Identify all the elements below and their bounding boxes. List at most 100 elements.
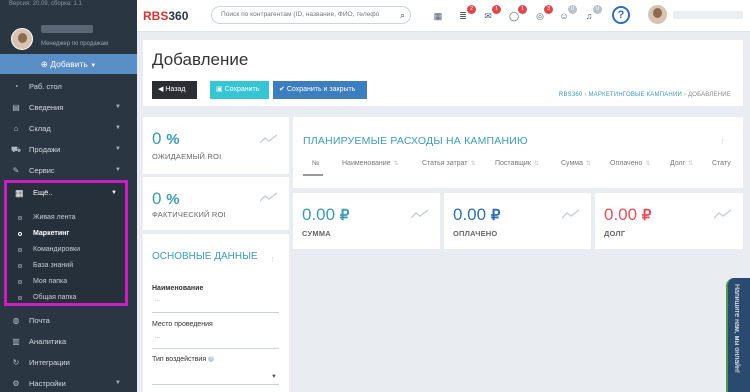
column-debt[interactable]: Долг ⇅ xyxy=(670,160,693,167)
logo[interactable]: RBS360 xyxy=(143,9,188,23)
breadcrumb: RBS360 › МАРКЕТИНГОВЫЕ КАМПАНИИ › ДОБАВЛ… xyxy=(559,92,731,98)
subitem-label: Общая папка xyxy=(33,294,77,301)
subitem-label: Командировки xyxy=(33,246,81,253)
sidebar-item-label: Почта xyxy=(29,316,50,325)
avatar[interactable] xyxy=(11,28,33,50)
expected-roi-unit: % xyxy=(166,131,180,148)
online-chat-tab[interactable]: Напишите нам, мы онлайн! xyxy=(726,278,750,392)
plus-icon: ⊕ xyxy=(40,59,48,69)
place-label: Место проведения xyxy=(152,321,213,328)
gear-icon: ⚙ xyxy=(12,379,20,388)
expected-roi-number: 0 xyxy=(152,129,162,148)
sidebar-subitem-knowledge[interactable]: База знаний xyxy=(7,259,125,273)
user-name-redacted[interactable] xyxy=(673,11,743,19)
mail-icon[interactable]: ✉ 1 xyxy=(481,5,501,23)
chat-icon[interactable]: ◯ 1 xyxy=(507,5,527,23)
column-supplier[interactable]: Поставщик ⇅ xyxy=(495,160,539,167)
bell-icon[interactable]: ♫ 0 xyxy=(582,5,602,23)
save-and-close-button[interactable]: ✔ Сохранить и закрыть xyxy=(273,81,367,99)
sidebar-item-service[interactable]: ✎ Сервис ▼ xyxy=(0,160,137,181)
save-button[interactable]: ▣ Сохранить xyxy=(210,81,269,99)
sidebar-item-analytics[interactable]: ▥ Аналитика xyxy=(0,331,137,352)
trend-icon xyxy=(260,192,278,202)
debt-number: 0.00 xyxy=(604,205,638,224)
name-label: Наименование xyxy=(152,285,204,292)
add-label: Добавить xyxy=(50,59,88,69)
place-field[interactable]: ... xyxy=(155,334,160,340)
logo-left: RBS xyxy=(143,9,169,23)
sort-icon: ⇅ xyxy=(393,161,399,167)
sidebar-item-integrations[interactable]: ↻ Интеграции xyxy=(0,352,137,373)
paid-number: 0.00 xyxy=(453,205,487,224)
breadcrumb-home[interactable]: RBS360 xyxy=(559,92,583,98)
sidebar-item-label: Продажи xyxy=(29,145,61,154)
save-close-label: Сохранить и закрыть xyxy=(286,86,356,93)
users-icon[interactable]: ☺ 0 xyxy=(557,5,577,23)
comments-icon[interactable]: ◎ 3 xyxy=(533,5,553,23)
sidebar-item-label: Интеграции xyxy=(29,358,70,367)
grid-icon: ▦ xyxy=(15,188,24,198)
add-button[interactable]: ⊕ Добавить ▼ xyxy=(0,54,137,74)
column-status[interactable]: Стату xyxy=(712,160,731,167)
sidebar-subitem-trips[interactable]: Командировки xyxy=(7,243,125,257)
sidebar-item-settings[interactable]: ⚙ Настройки ▼ xyxy=(0,373,137,392)
table-header: № Наименование ⇅ Статья затрат ⇅ Поставщик… xyxy=(303,157,743,174)
impact-type-label: Тип воздействия ? xyxy=(152,356,215,363)
page-title: Добавление xyxy=(152,50,249,69)
sidebar-subitem-shared-folder[interactable]: Общая папка xyxy=(7,291,125,305)
sidebar-item-desktop[interactable]: ◔ Раб. стол xyxy=(0,76,137,97)
sidebar-subitem-feed[interactable]: Живая лента xyxy=(7,211,125,225)
calendar-icon[interactable]: ▦ xyxy=(431,9,445,23)
globe-icon: ◍ xyxy=(12,316,20,325)
sidebar-nav-bottom: ◍ Почта ▥ Аналитика ↻ Интеграции ⚙ Настройки… xyxy=(0,310,137,392)
sidebar-item-warehouse[interactable]: ⌂ Склад ▼ xyxy=(0,118,137,139)
arrow-up-icon[interactable]: ↑ xyxy=(271,254,276,264)
help-icon[interactable]: ? xyxy=(612,6,630,24)
sidebar-subitem-marketing[interactable]: Маркетинг xyxy=(7,227,125,241)
basic-data-card: ОСНОВНЫЕ ДАННЫЕ ↑ Наименование ... Место… xyxy=(143,234,289,392)
chevron-down-icon[interactable]: ▼ xyxy=(271,374,277,380)
chevron-down-icon: ▼ xyxy=(115,380,121,386)
search-input[interactable]: Поиск по контрагентам (ID, название, ФИО… xyxy=(211,6,411,24)
back-button[interactable]: ◀ Назад xyxy=(152,81,197,99)
search-icon[interactable]: ⌕ xyxy=(400,7,405,23)
list-icon[interactable]: ≣ 2 xyxy=(456,5,476,23)
column-sum[interactable]: Сумма ⇅ xyxy=(561,160,591,167)
chevron-down-icon: ▼ xyxy=(115,146,121,152)
expected-roi-card: 0 % ОЖИДАЕМЫЙ ROI xyxy=(143,117,289,174)
name-field[interactable]: ... xyxy=(155,297,160,303)
search-placeholder: Поиск по контрагентам (ID, название, ФИО… xyxy=(221,11,380,18)
name-field-underline xyxy=(152,312,279,313)
debt-label: ДОЛГ xyxy=(604,229,626,238)
avatar[interactable] xyxy=(648,5,667,24)
sort-icon: ⇅ xyxy=(533,161,539,167)
impact-type-select[interactable] xyxy=(152,384,279,385)
sidebar-item-more[interactable]: ▦ Ещё.. ▼ xyxy=(7,183,125,205)
column-label: Поставщик xyxy=(495,160,531,167)
sidebar-item-mail[interactable]: ◍ Почта xyxy=(0,310,137,331)
column-name[interactable]: Наименование ⇅ xyxy=(342,160,399,167)
impact-type-text: Тип воздействия xyxy=(152,356,207,363)
sidebar-item-info[interactable]: ▤ Сведения ▼ xyxy=(0,97,137,118)
column-label: Сумма xyxy=(561,160,583,167)
warehouse-icon: ⌂ xyxy=(13,124,19,133)
save-label: Сохранить xyxy=(224,86,260,93)
actual-roi-unit: % xyxy=(166,191,180,208)
column-paid[interactable]: Оплачено ⇅ xyxy=(610,160,650,167)
column-number[interactable]: № xyxy=(312,160,320,167)
dashboard-icon: ◔ xyxy=(13,82,19,91)
user-block[interactable]: Менеджер по продажам xyxy=(0,9,137,53)
arrow-up-icon[interactable]: ↑ xyxy=(721,136,726,146)
column-cost-item[interactable]: Статья затрат ⇅ xyxy=(422,160,476,167)
info-icon: ▤ xyxy=(12,103,20,112)
page-header: Добавление ◀ Назад ▣ Сохранить ✔ Сохрани… xyxy=(143,40,743,106)
logo-right: 360 xyxy=(168,9,189,23)
paid-card: 0.00 ₽ ОПЛАЧЕНО xyxy=(444,193,591,249)
subitem-label: Маркетинг xyxy=(33,230,70,237)
question-icon[interactable]: ? xyxy=(208,356,215,363)
breadcrumb-campaigns[interactable]: МАРКЕТИНГОВЫЕ КАМПАНИИ xyxy=(588,92,682,98)
chart-icon: ▥ xyxy=(12,337,20,346)
actual-roi-label: ФАКТИЧЕСКИЙ ROI xyxy=(152,210,226,219)
sidebar-subitem-my-folder[interactable]: Моя папка xyxy=(7,275,125,289)
sidebar-item-sales[interactable]: ⛟ Продажи ▼ xyxy=(0,139,137,160)
